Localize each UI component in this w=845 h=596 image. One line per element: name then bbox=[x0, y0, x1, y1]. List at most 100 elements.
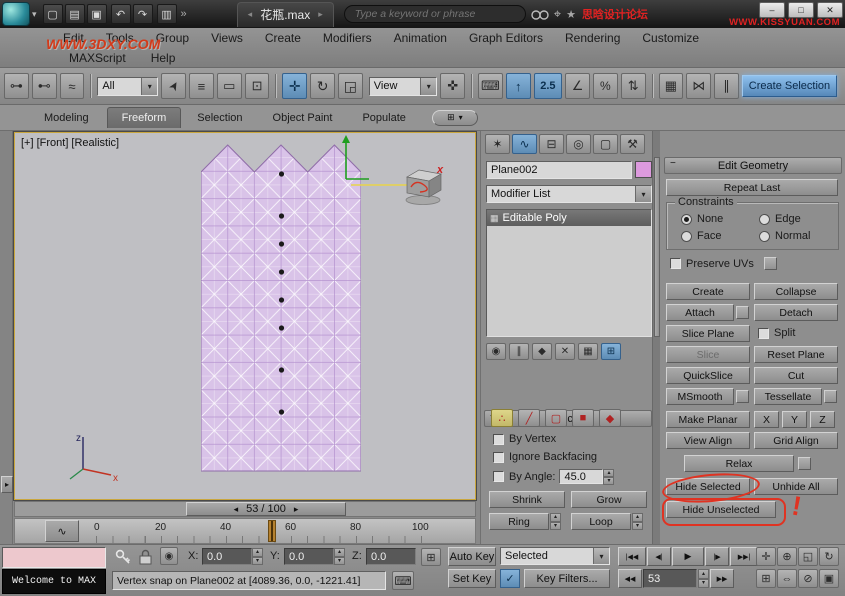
document-tab[interactable]: ◂ 花瓶.max ▸ bbox=[237, 2, 334, 27]
selection-region-button[interactable]: ▭ bbox=[217, 73, 242, 99]
modifier-stack[interactable]: ▦ Editable Poly bbox=[486, 209, 652, 337]
detach-button[interactable]: Detach bbox=[754, 304, 838, 321]
grid-align-button[interactable]: Grid Align bbox=[754, 432, 838, 449]
radio-edge[interactable] bbox=[759, 214, 770, 225]
toolbar-overflow-icon[interactable]: » bbox=[181, 8, 187, 20]
previous-key-button[interactable]: ◀| bbox=[647, 547, 671, 566]
by-vertex-box[interactable] bbox=[493, 434, 504, 445]
subobject-element-button[interactable]: ◆ bbox=[599, 409, 621, 427]
play-button[interactable]: ▶ bbox=[672, 547, 704, 566]
spinner-down-icon[interactable]: ▾ bbox=[334, 557, 345, 566]
stack-item-editable-poly[interactable]: ▦ Editable Poly bbox=[487, 210, 651, 226]
app-button[interactable]: ▾ bbox=[2, 2, 37, 26]
unlink-selection-button[interactable]: ⊷ bbox=[32, 73, 57, 99]
hide-unselected-button[interactable]: Hide Unselected bbox=[666, 501, 776, 518]
keyboard-override-toggle[interactable]: ⌨ bbox=[392, 571, 414, 590]
slice-plane-button[interactable]: Slice Plane bbox=[666, 325, 750, 342]
show-end-result-button[interactable]: ∥ bbox=[509, 343, 529, 360]
selection-filter-dropdown[interactable]: All ▾ bbox=[97, 77, 158, 96]
menu-modifiers[interactable]: Modifiers bbox=[312, 31, 383, 45]
constraint-none-radio[interactable]: None bbox=[681, 213, 723, 225]
ribbon-tab-object-paint[interactable]: Object Paint bbox=[259, 108, 347, 128]
menu-rendering[interactable]: Rendering bbox=[554, 31, 631, 45]
panel-tab-hierarchy[interactable]: ⊟ bbox=[539, 134, 564, 154]
select-similar-button[interactable]: ↑ bbox=[506, 73, 531, 99]
lock-icon[interactable] bbox=[138, 548, 153, 566]
previous-frame-button[interactable]: ◀◀ bbox=[618, 569, 642, 588]
view-align-button[interactable]: View Align bbox=[666, 432, 750, 449]
open-file-button[interactable]: ▤ bbox=[65, 4, 85, 24]
planar-x-button[interactable]: X bbox=[754, 411, 779, 428]
menu-help[interactable]: Help bbox=[137, 51, 190, 65]
pan-button[interactable]: ⇔ bbox=[777, 569, 797, 588]
orbit-button[interactable]: ↻ bbox=[819, 547, 839, 566]
spinner-up-icon[interactable]: ▴ bbox=[698, 569, 709, 579]
constraint-edge-radio[interactable]: Edge bbox=[759, 213, 801, 225]
viewport-front[interactable]: [+] [Front] [Realistic] bbox=[14, 132, 476, 500]
zoom-extents-button[interactable]: ◱ bbox=[798, 547, 818, 566]
undo-button[interactable]: ↶ bbox=[111, 4, 131, 24]
remove-modifier-button[interactable]: ✕ bbox=[555, 343, 575, 360]
use-pivot-center-button[interactable]: ✜ bbox=[440, 73, 465, 99]
planar-y-button[interactable]: Y bbox=[782, 411, 807, 428]
select-by-name-button[interactable]: ≡ bbox=[189, 73, 214, 99]
panel-tab-utilities[interactable]: ⚒ bbox=[620, 134, 645, 154]
favorites-star-icon[interactable]: ★ bbox=[566, 8, 576, 21]
spinner-down-icon[interactable]: ▾ bbox=[603, 477, 614, 485]
ribbon-tab-modeling[interactable]: Modeling bbox=[30, 108, 103, 128]
panel-tab-display[interactable]: ▢ bbox=[593, 134, 618, 154]
grid-settings-button[interactable]: ⊞ bbox=[421, 548, 441, 566]
radio-face[interactable] bbox=[681, 231, 692, 242]
percent-snap-button[interactable]: % bbox=[593, 73, 618, 99]
search-magnifier-icon[interactable]: ⌖ bbox=[554, 6, 561, 22]
maximize-viewport-toggle[interactable]: ▣ bbox=[819, 569, 839, 588]
spinner-up-icon[interactable]: ▴ bbox=[632, 513, 643, 522]
repeat-last-button[interactable]: Repeat Last bbox=[666, 179, 838, 196]
reference-coordsys-arrow-icon[interactable]: ▾ bbox=[420, 78, 436, 95]
set-keys-button[interactable]: ✓ bbox=[500, 569, 520, 588]
close-button[interactable]: ✕ bbox=[817, 2, 843, 18]
radio-normal[interactable] bbox=[759, 231, 770, 242]
loop-button[interactable]: Loop bbox=[571, 513, 631, 530]
x-coord-field[interactable]: 0.0 bbox=[202, 548, 252, 565]
quickslice-button[interactable]: QuickSlice bbox=[666, 367, 750, 384]
align-button[interactable]: ∥ bbox=[714, 73, 739, 99]
ring-button[interactable]: Ring bbox=[489, 513, 549, 530]
reset-plane-button[interactable]: Reset Plane bbox=[754, 346, 838, 363]
edit-geometry-rollout-header[interactable]: − Edit Geometry bbox=[664, 157, 842, 174]
named-selection-sets-button[interactable]: ▦ bbox=[659, 73, 684, 99]
time-slider-track[interactable]: ◂ 53 / 100 ▸ bbox=[14, 501, 476, 517]
create-button[interactable]: Create bbox=[666, 283, 750, 300]
zoom-region-button[interactable]: ⊞ bbox=[756, 569, 776, 588]
mini-curve-editor-button[interactable]: ∿ bbox=[45, 520, 79, 542]
y-coord-spinner[interactable]: ▴▾ bbox=[334, 548, 345, 565]
bind-to-spacewarp-button[interactable]: ≈ bbox=[60, 73, 85, 99]
spinner-down-icon[interactable]: ▾ bbox=[252, 557, 263, 566]
track-bar[interactable]: 0 20 40 60 80 100 bbox=[14, 518, 476, 544]
transform-gizmo[interactable]: x bbox=[315, 133, 475, 205]
search-box[interactable] bbox=[344, 5, 526, 23]
zoom-all-button[interactable]: ⊕ bbox=[777, 547, 797, 566]
object-color-swatch[interactable] bbox=[635, 161, 652, 178]
selection-set-dropdown[interactable]: Selected ▾ bbox=[500, 547, 610, 565]
ring-spinner[interactable]: ▴ ▾ bbox=[550, 513, 561, 530]
select-and-link-button[interactable]: ⊶ bbox=[4, 73, 29, 99]
z-coord-field[interactable]: 0.0 bbox=[366, 548, 416, 565]
snaps-toggle-button[interactable]: 2.5 bbox=[534, 73, 563, 99]
doc-prev-icon[interactable]: ◂ bbox=[248, 9, 253, 20]
modifier-list-arrow-icon[interactable]: ▾ bbox=[635, 186, 651, 202]
by-angle-spinner[interactable]: ▴ ▾ bbox=[603, 469, 614, 484]
preserve-uvs-box[interactable] bbox=[670, 258, 681, 269]
subobject-vertex-button[interactable]: ∴ bbox=[491, 409, 513, 427]
viewport-label[interactable]: [+] [Front] [Realistic] bbox=[21, 137, 119, 149]
spinner-down-icon[interactable]: ▾ bbox=[632, 522, 643, 531]
angle-snap-button[interactable]: ∠ bbox=[565, 73, 590, 99]
msmooth-button[interactable]: MSmooth bbox=[666, 388, 734, 405]
slice-button[interactable]: Slice bbox=[666, 346, 750, 363]
constraint-normal-radio[interactable]: Normal bbox=[759, 230, 810, 242]
by-angle-checkbox[interactable]: By Angle: 45.0 ▴ ▾ bbox=[493, 469, 614, 484]
spinner-up-icon[interactable]: ▴ bbox=[603, 469, 614, 477]
ribbon-tab-populate[interactable]: Populate bbox=[348, 108, 419, 128]
time-slider-thumb[interactable]: ◂ 53 / 100 ▸ bbox=[186, 502, 346, 516]
menu-edit[interactable]: Edit bbox=[52, 31, 95, 45]
